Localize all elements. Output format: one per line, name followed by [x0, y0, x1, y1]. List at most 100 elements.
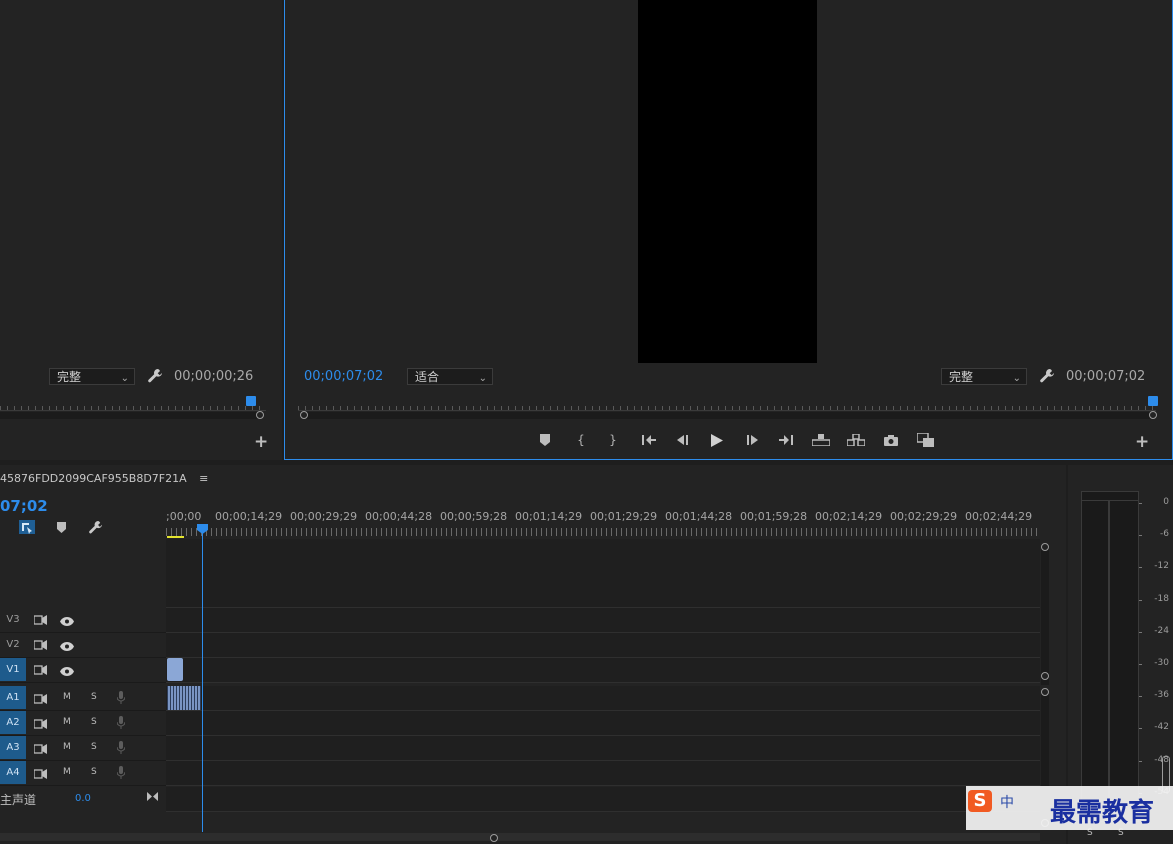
video-track-row[interactable]: [166, 608, 1040, 633]
source-scroll-handle[interactable]: [256, 411, 264, 419]
program-scroll-handle-left[interactable]: [300, 411, 308, 419]
wrench-icon[interactable]: [147, 368, 163, 387]
mute-button[interactable]: M: [63, 767, 71, 777]
source-zoom-dropdown[interactable]: 完整 ⌄: [49, 368, 135, 385]
track-target-label[interactable]: A2: [0, 711, 26, 734]
extract-icon[interactable]: [845, 431, 867, 449]
camera-icon[interactable]: [880, 431, 902, 449]
solo-button[interactable]: S: [91, 742, 97, 752]
program-zoom-scrollbar[interactable]: [302, 412, 1154, 419]
microphone-icon[interactable]: [116, 766, 126, 782]
ime-mode: 中: [1000, 795, 1014, 811]
sync-lock-icon[interactable]: [33, 639, 47, 653]
timeline-settings-wrench-icon[interactable]: [88, 520, 103, 538]
sync-lock-icon[interactable]: [33, 664, 47, 678]
video-scroll-knob-top[interactable]: [1041, 543, 1049, 551]
chevron-down-icon: ⌄: [478, 373, 487, 384]
video-scroll-knob-bottom[interactable]: [1041, 672, 1049, 680]
step-back-icon[interactable]: [672, 431, 694, 449]
video-track-area-empty[interactable]: [166, 539, 1040, 608]
source-zoom-scrollbar[interactable]: [0, 412, 262, 419]
timeline-playhead-timecode[interactable]: 07;02: [0, 497, 48, 515]
timeline-hscroll-knob[interactable]: [490, 834, 498, 842]
track-target-label[interactable]: V2: [0, 633, 26, 656]
work-area-bar[interactable]: [167, 536, 184, 538]
sync-lock-icon[interactable]: [33, 614, 47, 628]
snap-icon[interactable]: [19, 520, 35, 537]
mark-out-icon[interactable]: }: [602, 431, 624, 449]
chevron-down-icon: ⌄: [1012, 373, 1021, 384]
meter-right-channel: [1109, 500, 1139, 822]
video-vertical-scrollbar[interactable]: [1041, 545, 1049, 685]
mute-button[interactable]: M: [63, 692, 71, 702]
source-add-button-icon[interactable]: +: [254, 432, 268, 452]
ruler-time-label: 00;02;29;29: [890, 510, 958, 523]
audio-track-row[interactable]: [166, 711, 1040, 736]
program-playhead[interactable]: [1148, 396, 1158, 406]
program-fit-value: 适合: [415, 370, 440, 384]
timeline-playhead-line[interactable]: [202, 526, 203, 832]
play-icon[interactable]: [706, 431, 728, 449]
wrench-icon[interactable]: [1039, 368, 1055, 387]
audio-track-header: A1 M S: [0, 686, 166, 711]
audio-track-row[interactable]: [166, 761, 1040, 786]
sync-lock-icon[interactable]: [33, 768, 47, 782]
audio-track-header: A3 M S: [0, 736, 166, 761]
master-track-row[interactable]: [166, 787, 1040, 812]
meter-db-label: -6: [1160, 529, 1169, 540]
solo-button[interactable]: S: [91, 767, 97, 777]
video-clip[interactable]: [167, 658, 183, 681]
source-monitor-panel: 完整 ⌄ 00;00;00;26 +: [0, 0, 282, 460]
eye-icon[interactable]: [60, 665, 74, 679]
track-target-label[interactable]: A3: [0, 736, 26, 759]
sync-lock-icon[interactable]: [33, 693, 47, 707]
sync-lock-icon[interactable]: [33, 743, 47, 757]
lift-icon[interactable]: [810, 431, 832, 449]
solo-button[interactable]: S: [91, 692, 97, 702]
mark-in-icon[interactable]: {: [570, 431, 592, 449]
timeline-horizontal-scrollbar[interactable]: [0, 833, 1040, 841]
solo-button[interactable]: S: [91, 717, 97, 727]
program-scroll-handle-right[interactable]: [1149, 411, 1157, 419]
audio-scroll-knob-top[interactable]: [1041, 688, 1049, 696]
audio-clip[interactable]: [167, 686, 201, 710]
program-resolution-dropdown[interactable]: 完整 ⌄: [941, 368, 1027, 385]
mute-button[interactable]: M: [63, 717, 71, 727]
program-time-ruler[interactable]: [298, 400, 1156, 411]
track-target-label[interactable]: A4: [0, 761, 26, 784]
eye-icon[interactable]: [60, 640, 74, 654]
mute-button[interactable]: M: [63, 742, 71, 752]
sync-lock-icon[interactable]: [33, 718, 47, 732]
meter-db-label: 0: [1163, 497, 1169, 507]
program-add-button-icon[interactable]: +: [1135, 432, 1149, 452]
program-fit-dropdown[interactable]: 适合 ⌄: [407, 368, 493, 385]
ruler-time-label: 00;00;14;29: [215, 510, 283, 523]
video-track-row[interactable]: [166, 658, 1040, 683]
program-current-timecode[interactable]: 00;00;07;02: [304, 369, 383, 384]
ruler-time-label: 00;00;29;29: [290, 510, 358, 523]
track-target-label[interactable]: A1: [0, 686, 26, 709]
ruler-time-label: 00;01;14;29: [515, 510, 583, 523]
microphone-icon[interactable]: [116, 691, 126, 707]
eye-icon[interactable]: [60, 615, 74, 629]
go-to-in-icon[interactable]: [638, 431, 660, 449]
meter-tick: [1139, 728, 1142, 730]
audio-track-row[interactable]: [166, 686, 1040, 711]
marker-icon[interactable]: [534, 431, 556, 449]
meter-tick: [1139, 631, 1142, 633]
audio-track-row[interactable]: [166, 736, 1040, 761]
source-time-ruler[interactable]: [0, 400, 266, 411]
go-to-out-icon[interactable]: [775, 431, 797, 449]
comparison-view-icon[interactable]: [915, 431, 937, 449]
track-target-label[interactable]: V3: [0, 608, 26, 631]
track-target-label[interactable]: V1: [0, 658, 26, 681]
step-forward-icon[interactable]: [741, 431, 763, 449]
microphone-icon[interactable]: [116, 741, 126, 757]
source-playhead[interactable]: [246, 396, 256, 406]
microphone-icon[interactable]: [116, 716, 126, 732]
add-marker-icon[interactable]: [57, 522, 66, 536]
program-video-frame[interactable]: [638, 0, 817, 363]
master-volume-value[interactable]: 0.0: [75, 793, 91, 804]
video-track-row[interactable]: [166, 633, 1040, 658]
master-collapse-icon[interactable]: [147, 790, 158, 804]
